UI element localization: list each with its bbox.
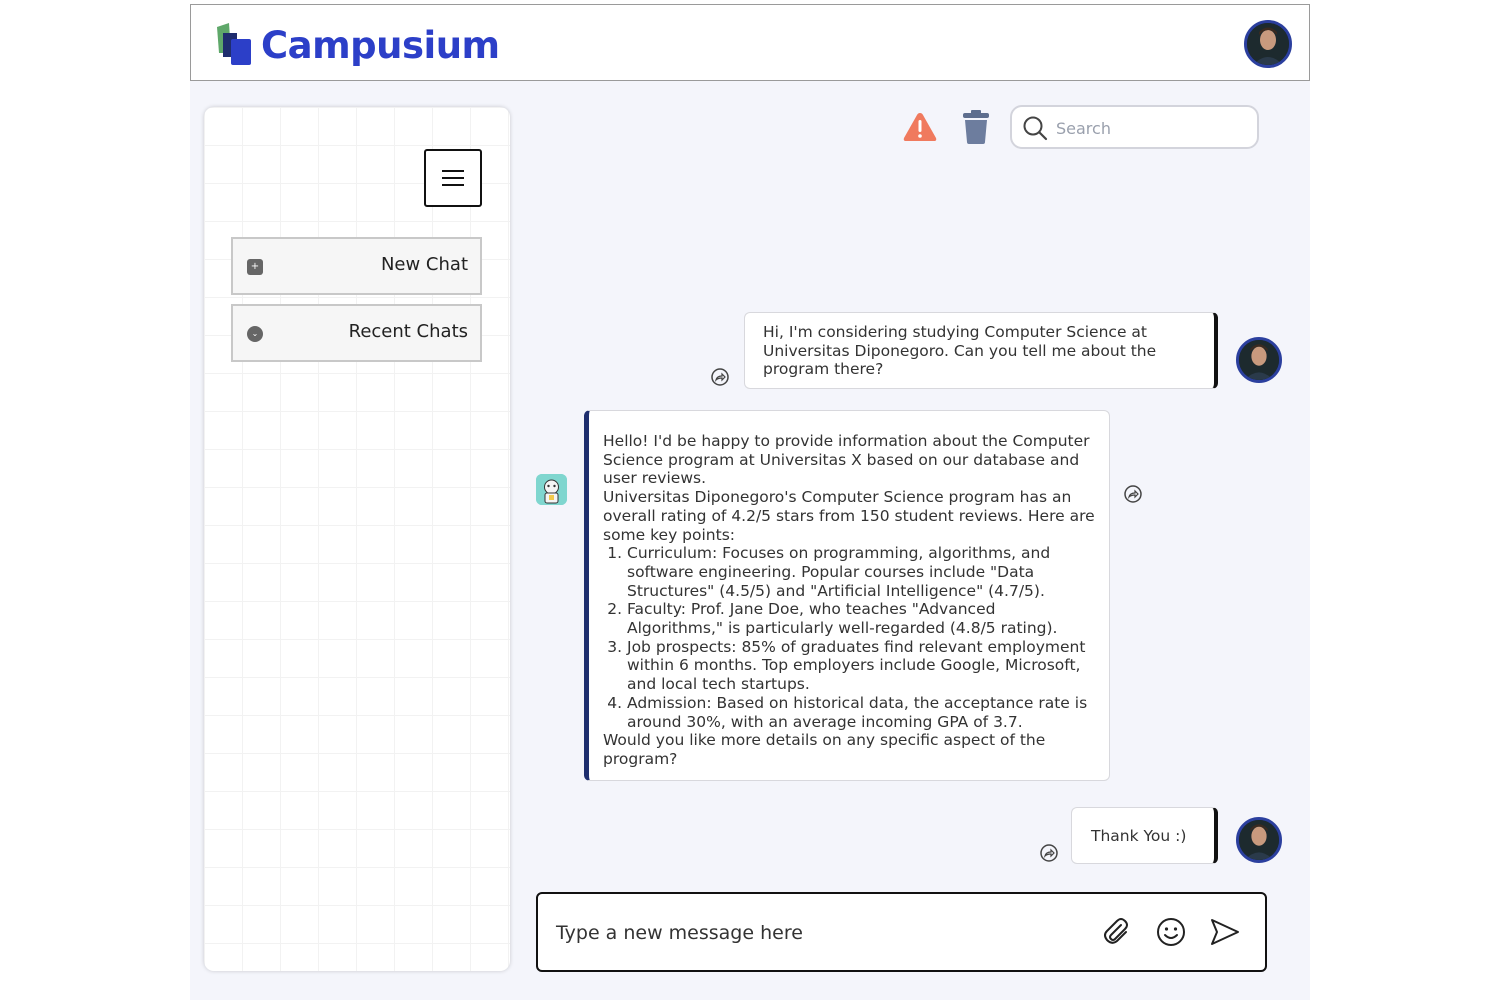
share-icon[interactable] (1040, 844, 1058, 862)
bot-outro: Would you like more details on any speci… (603, 731, 1046, 768)
user-avatar (1236, 337, 1282, 383)
message-composer[interactable]: Type a new message here (536, 892, 1267, 972)
recent-chats-button[interactable]: ⌄ Recent Chats (231, 304, 482, 362)
share-icon[interactable] (711, 368, 729, 386)
list-item: Faculty: Prof. Jane Doe, who teaches "Ad… (627, 600, 1095, 637)
chevron-down-circle-icon: ⌄ (247, 326, 263, 342)
warning-icon[interactable] (903, 112, 937, 142)
logo[interactable]: Campusium (215, 23, 500, 67)
share-icon[interactable] (1124, 485, 1142, 503)
app-name: Campusium (261, 23, 500, 67)
logo-icon (217, 23, 251, 65)
top-bar: Campusium (190, 4, 1310, 81)
trash-icon[interactable] (962, 110, 990, 144)
search-field[interactable] (1010, 105, 1259, 149)
list-item: Admission: Based on historical data, the… (627, 694, 1095, 731)
bot-message: Hello! I'd be happy to provide informati… (584, 410, 1110, 781)
smiley-icon[interactable] (1155, 916, 1187, 948)
app-window: Campusium + New Chat ⌄ Recent Chats Sear… (190, 4, 1310, 1000)
message-text: Hi, I'm considering studying Computer Sc… (763, 323, 1157, 379)
hamburger-icon (442, 170, 464, 172)
sidebar: + New Chat ⌄ Recent Chats (204, 107, 510, 971)
user-avatar[interactable] (1244, 20, 1292, 68)
bot-intro: Hello! I'd be happy to provide informati… (603, 432, 1090, 488)
list-item: Job prospects: 85% of graduates find rel… (627, 638, 1095, 694)
message-input[interactable]: Type a new message here (556, 922, 803, 944)
avatar-icon (1239, 340, 1279, 380)
avatar-icon (1247, 23, 1289, 65)
paperclip-icon[interactable] (1100, 916, 1132, 948)
user-avatar (1236, 817, 1282, 863)
user-message: Hi, I'm considering studying Computer Sc… (744, 312, 1218, 389)
list-item: Curriculum: Focuses on programming, algo… (627, 544, 1095, 600)
avatar-icon (1239, 820, 1279, 860)
message-text: Thank You :) (1091, 827, 1187, 845)
recent-chats-label: Recent Chats (348, 321, 468, 342)
bot-key-points: Curriculum: Focuses on programming, algo… (627, 544, 1095, 731)
send-icon[interactable] (1209, 916, 1241, 948)
new-chat-button[interactable]: + New Chat (231, 237, 482, 295)
bot-icon (536, 474, 567, 505)
search-input[interactable] (1056, 117, 1246, 139)
bot-avatar (536, 474, 567, 505)
bot-summary: Universitas Diponegoro's Computer Scienc… (603, 488, 1095, 544)
new-chat-label: New Chat (380, 254, 468, 275)
search-icon (1023, 116, 1048, 141)
hamburger-menu-button[interactable] (424, 149, 482, 207)
plus-square-icon: + (247, 259, 263, 275)
user-message: Thank You :) (1071, 807, 1218, 864)
